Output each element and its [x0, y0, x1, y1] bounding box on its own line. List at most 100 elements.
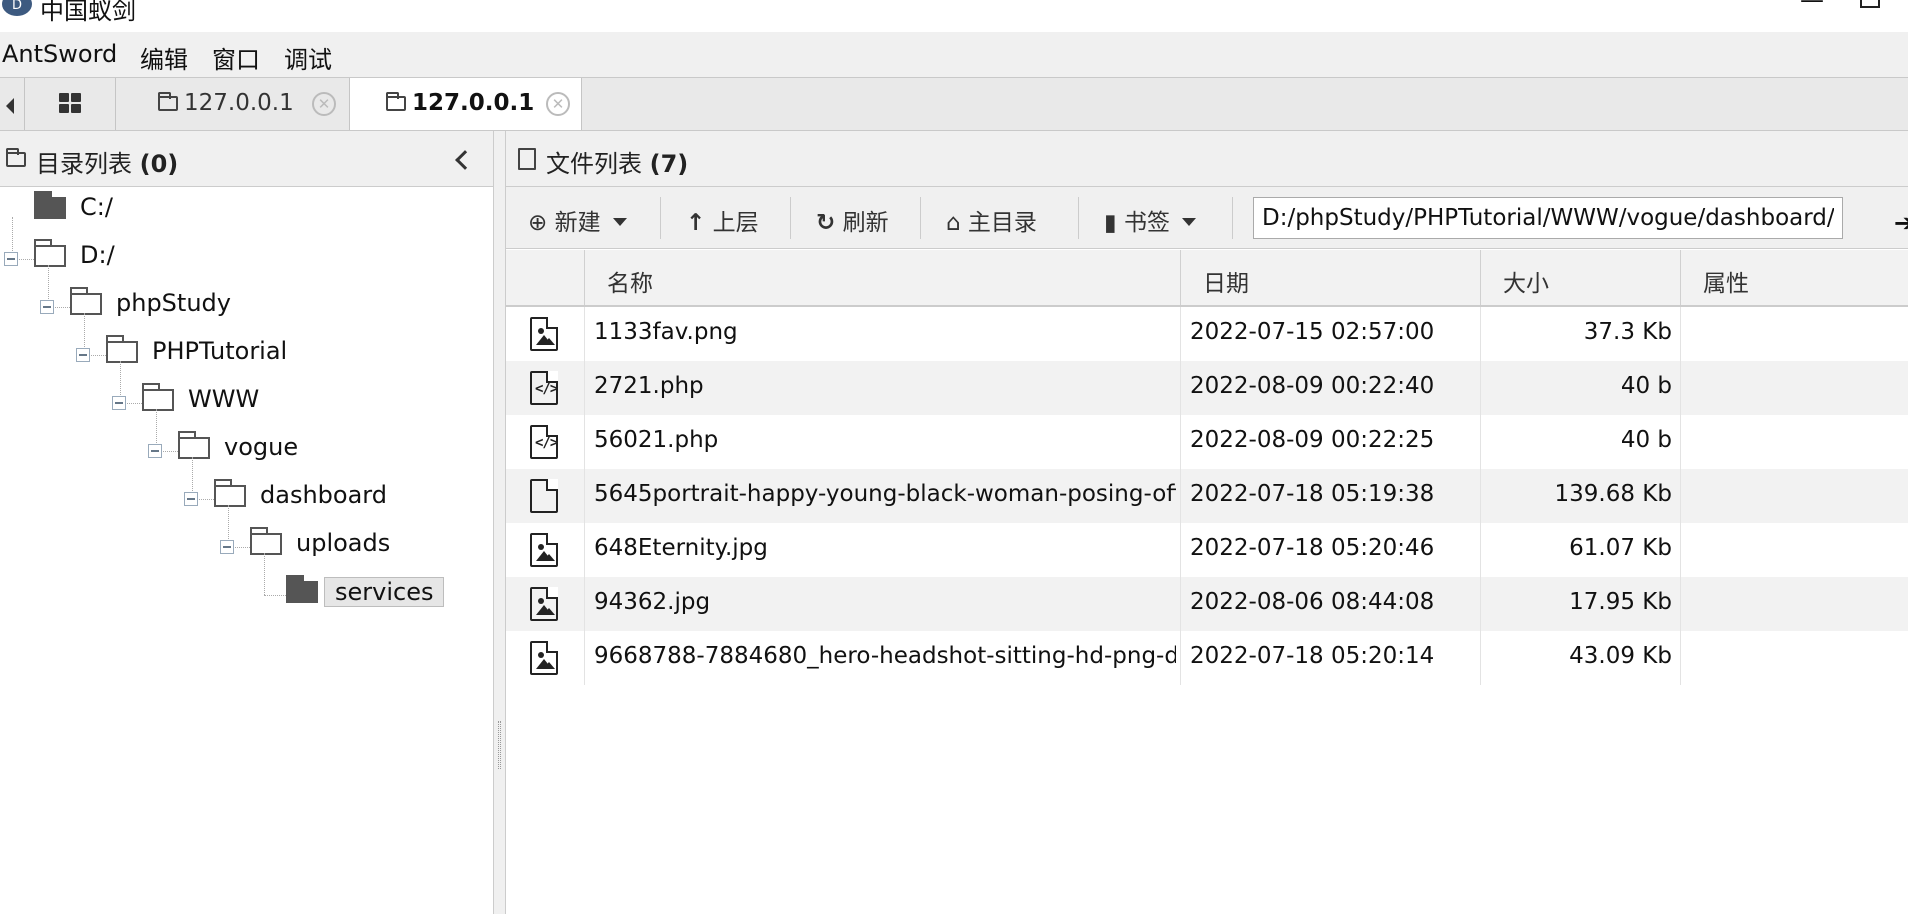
file-row[interactable]: 9668788-7884680_hero-headshot-sitting-hd…	[506, 631, 1908, 685]
refresh-button[interactable]: ↻ 刷新	[816, 203, 889, 237]
tab-label: 127.0.0.1	[184, 90, 294, 116]
column-divider	[1180, 469, 1181, 523]
file-date: 2022-07-15 02:57:00	[1190, 319, 1435, 345]
tree-item[interactable]: PHPTutorial	[76, 335, 406, 371]
file-row[interactable]: 1133fav.png 2022-07-15 02:57:00 37.3 Kb	[506, 307, 1908, 361]
tab-host-1[interactable]: 127.0.0.1 ✕	[116, 78, 350, 130]
splitter-grip-icon[interactable]	[498, 721, 501, 769]
grid-icon	[59, 93, 83, 115]
tree-item-label: D:/	[80, 241, 115, 269]
tab-host-2[interactable]: 127.0.0.1 ✕	[350, 78, 582, 130]
file-row[interactable]: </> 2721.php 2022-08-09 00:22:40 40 b	[506, 361, 1908, 415]
column-divider	[1680, 577, 1681, 631]
tree-connector	[264, 595, 286, 596]
column-attr[interactable]: 属性	[1680, 250, 1908, 305]
tree-item-label: vogue	[224, 433, 299, 461]
collapse-toggle-icon[interactable]	[112, 396, 126, 410]
collapse-toggle-icon[interactable]	[184, 492, 198, 506]
file-date: 2022-08-06 08:44:08	[1190, 589, 1435, 615]
column-divider	[584, 361, 585, 415]
menu-window[interactable]: 窗口	[212, 40, 260, 75]
tree-item[interactable]: dashboard	[184, 479, 514, 515]
column-divider	[1680, 523, 1681, 577]
window-title: 中国蚁剑	[40, 0, 136, 25]
menu-bar: AntSword 编辑 窗口 调试	[0, 32, 1908, 77]
column-divider	[1680, 631, 1681, 685]
arrow-right-icon[interactable]: ➔	[1894, 209, 1908, 237]
file-row[interactable]: </> 56021.php 2022-08-09 00:22:25 40 b	[506, 415, 1908, 469]
menu-antsword[interactable]: AntSword	[2, 40, 117, 68]
collapse-toggle-icon[interactable]	[220, 540, 234, 554]
menu-debug[interactable]: 调试	[284, 40, 332, 75]
collapse-toggle-icon[interactable]	[4, 252, 18, 266]
close-icon[interactable]: ✕	[312, 92, 336, 116]
file-name: 9668788-7884680_hero-headshot-sitting-hd…	[594, 643, 1176, 669]
arrow-up-icon: ↑	[686, 210, 706, 236]
file-date: 2022-08-09 00:22:40	[1190, 373, 1435, 399]
column-divider	[584, 577, 585, 631]
new-button[interactable]: ⊕ 新建	[528, 203, 627, 237]
file-name: 2721.php	[594, 373, 704, 399]
column-divider	[584, 415, 585, 469]
file-name: 5645portrait-happy-young-black-woman-pos…	[594, 481, 1176, 507]
tree-item[interactable]: WWW	[112, 383, 442, 419]
tree-item[interactable]: phpStudy	[40, 287, 370, 323]
home-button[interactable]: ⌂ 主目录	[946, 203, 1037, 237]
collapse-toggle-icon[interactable]	[148, 444, 162, 458]
column-divider	[1680, 361, 1681, 415]
column-divider	[1680, 415, 1681, 469]
column-name[interactable]: 名称	[584, 250, 1180, 305]
close-icon[interactable]: ✕	[546, 92, 570, 116]
column-divider	[1680, 469, 1681, 523]
file-date: 2022-07-18 05:19:38	[1190, 481, 1435, 507]
file-size: 43.09 Kb	[1569, 643, 1672, 669]
tab-bar: 127.0.0.1 ✕ 127.0.0.1 ✕	[0, 77, 1908, 131]
file-name: 1133fav.png	[594, 319, 738, 345]
file-size: 17.95 Kb	[1569, 589, 1672, 615]
plus-circle-icon: ⊕	[528, 210, 548, 236]
minimize-icon[interactable]: —	[1800, 0, 1824, 14]
folder-icon	[106, 335, 138, 363]
file-row[interactable]: 94362.jpg 2022-08-06 08:44:08 17.95 Kb	[506, 577, 1908, 631]
bookmark-button[interactable]: ▮ 书签	[1104, 203, 1196, 237]
panel-splitter[interactable]	[494, 131, 506, 914]
column-divider	[584, 469, 585, 523]
file-count: (7)	[649, 150, 689, 178]
menu-edit[interactable]: 编辑	[140, 40, 188, 75]
tab-scroll-left-icon[interactable]	[0, 78, 24, 130]
tree-item-label: C:/	[80, 193, 113, 221]
chevron-down-icon	[1181, 218, 1196, 226]
folder-icon	[34, 239, 66, 267]
refresh-icon: ↻	[816, 210, 836, 236]
file-size: 37.3 Kb	[1583, 319, 1672, 345]
column-divider	[584, 307, 585, 361]
folder-icon	[34, 191, 66, 219]
column-size[interactable]: 大小	[1480, 250, 1680, 305]
collapse-toggle-icon[interactable]	[76, 348, 90, 362]
tree-item[interactable]: D:/	[4, 239, 334, 275]
app-logo-icon: D	[2, 0, 32, 16]
file-row[interactable]: 648Eternity.jpg 2022-07-18 05:20:46 61.07 …	[506, 523, 1908, 577]
file-row[interactable]: 5645portrait-happy-young-black-woman-pos…	[506, 469, 1908, 523]
file-panel-header: 文件列表 (7)	[506, 131, 1908, 187]
column-divider	[1180, 361, 1181, 415]
tree-item[interactable]: vogue	[148, 431, 478, 467]
folder-icon	[386, 92, 406, 111]
file-toolbar: ⊕ 新建 ↑ 上层 ↻ 刷新 ⌂ 主目录 ▮ 书签 ➔	[506, 187, 1908, 249]
column-divider	[1180, 631, 1181, 685]
up-button[interactable]: ↑ 上层	[686, 203, 759, 237]
image-file-icon	[530, 641, 558, 675]
collapse-panel-icon[interactable]	[455, 150, 475, 170]
column-divider	[1180, 415, 1181, 469]
tree-item[interactable]: C:/	[34, 191, 334, 227]
collapse-toggle-icon[interactable]	[40, 300, 54, 314]
folder-icon	[286, 575, 318, 603]
chevron-down-icon	[612, 218, 627, 226]
maximize-icon[interactable]	[1860, 0, 1880, 8]
column-date[interactable]: 日期	[1180, 250, 1480, 305]
path-input[interactable]	[1253, 197, 1843, 239]
column-divider	[1180, 577, 1181, 631]
file-size: 139.68 Kb	[1554, 481, 1672, 507]
tab-dashboard[interactable]	[24, 78, 116, 130]
file-date: 2022-08-09 00:22:25	[1190, 427, 1435, 453]
